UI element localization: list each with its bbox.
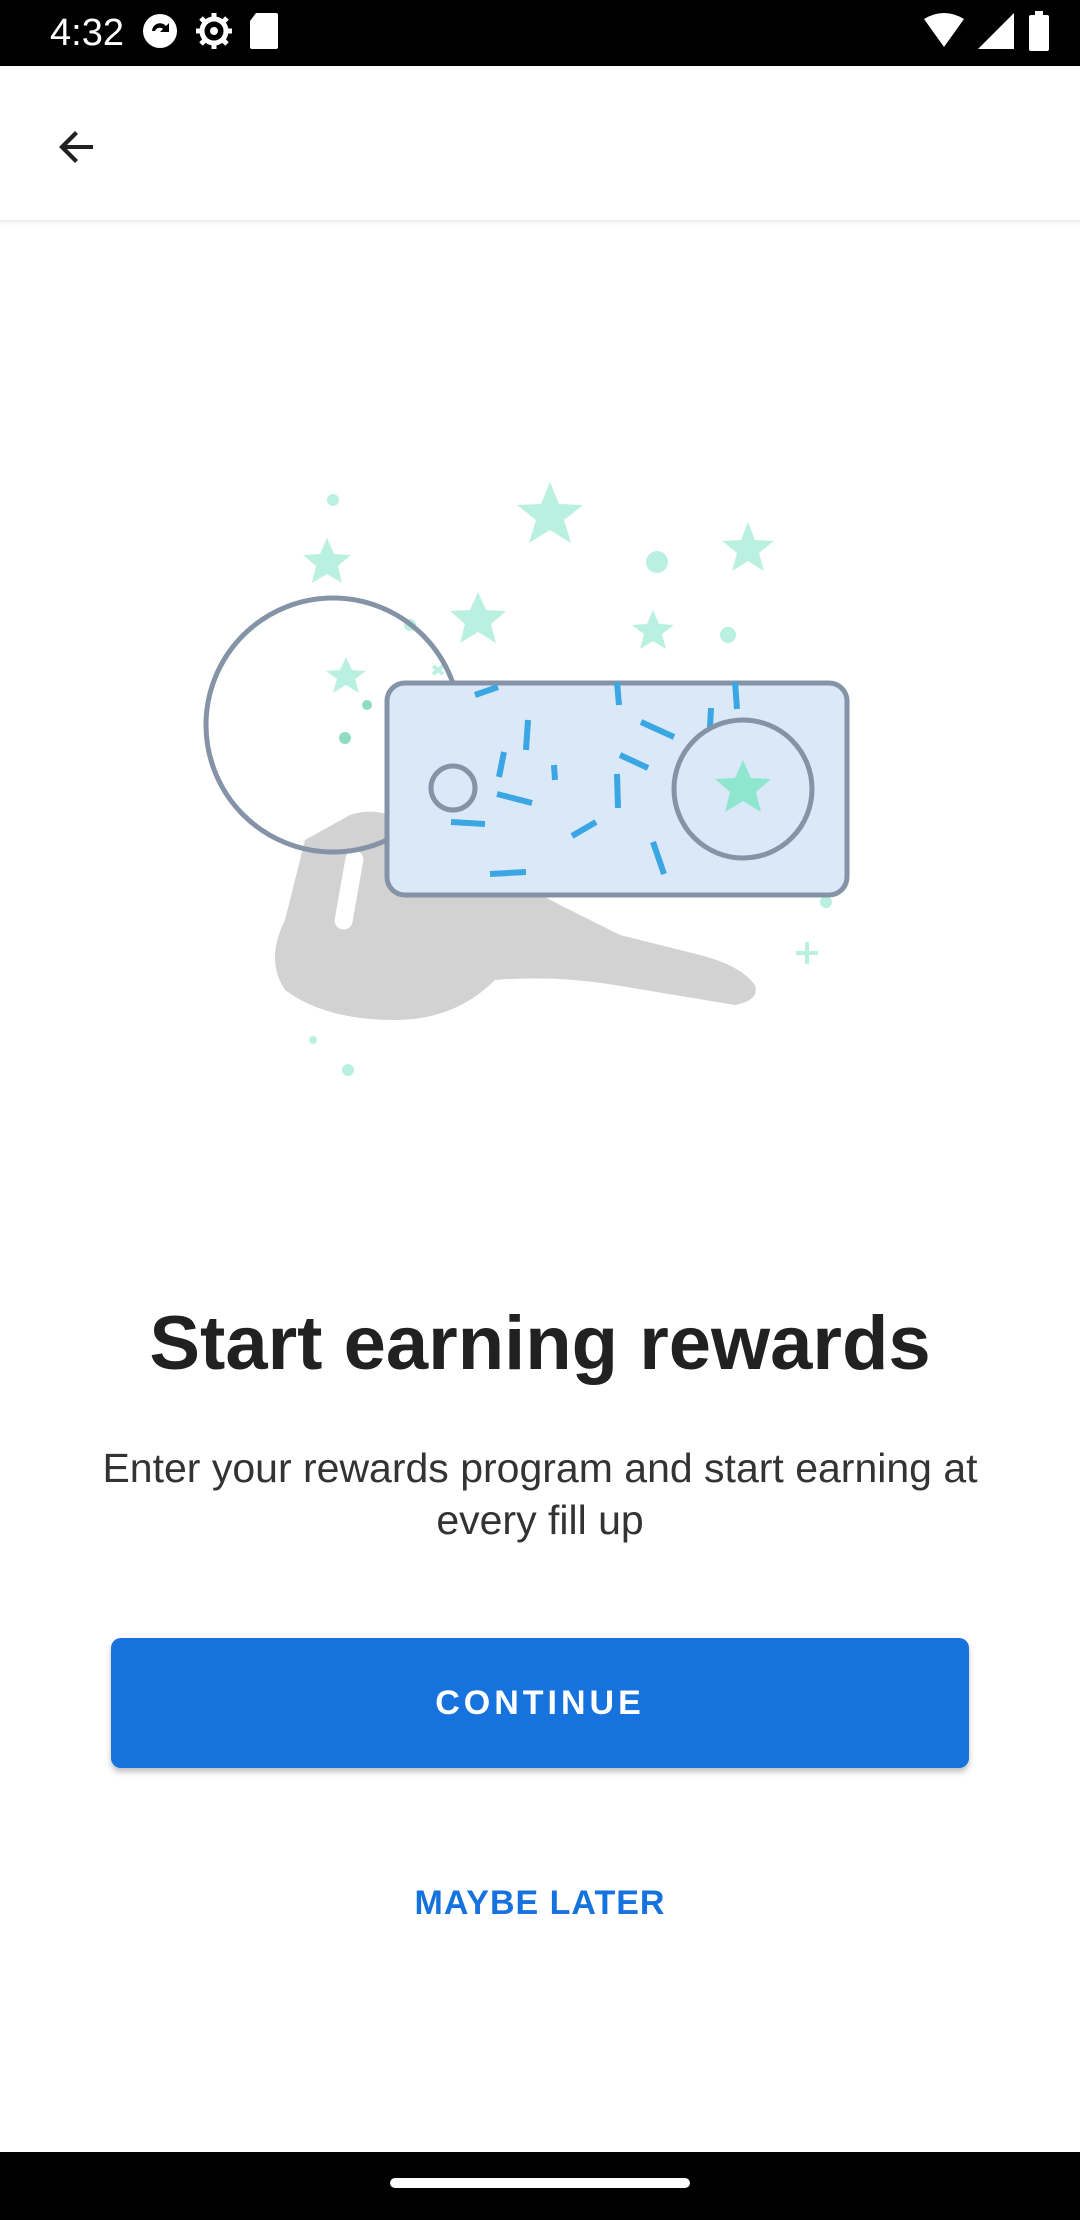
arrow-back-icon: [53, 123, 101, 176]
wifi-icon: [924, 12, 964, 54]
continue-button[interactable]: CONTINUE: [111, 1638, 969, 1768]
page-subtitle: Enter your rewards program and start ear…: [102, 1445, 978, 1543]
battery-icon: [1028, 10, 1050, 56]
maybe-later-button[interactable]: MAYBE LATER: [340, 1868, 740, 1938]
status-icons-left: [140, 11, 280, 56]
home-gesture-handle[interactable]: [390, 2178, 690, 2188]
rewards-keytag-illustration: [190, 470, 890, 1090]
status-time: 4:32: [50, 12, 124, 54]
settings-icon: [194, 11, 234, 56]
app-bar: [0, 66, 1080, 222]
navigation-bar: [0, 2152, 1080, 2220]
status-bar: 4:32: [0, 0, 1080, 66]
status-icons-right: [924, 10, 1050, 56]
signal-icon: [978, 12, 1014, 54]
page-title: Start earning rewards: [149, 1301, 931, 1386]
back-button[interactable]: [34, 106, 120, 192]
sd-card-icon: [248, 11, 280, 56]
sync-icon: [140, 11, 180, 56]
